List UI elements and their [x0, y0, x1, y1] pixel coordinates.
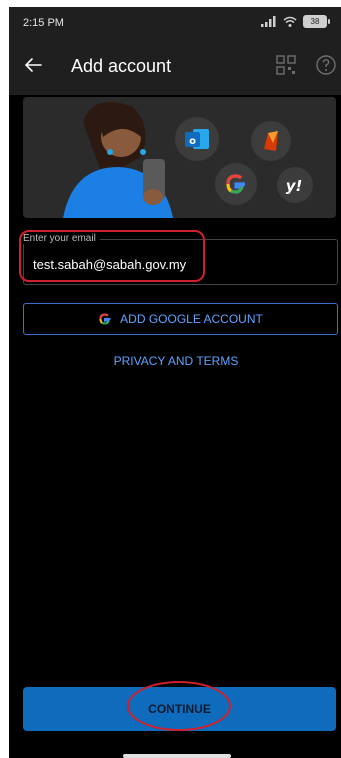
google-g-icon: [99, 313, 111, 325]
app-bar: Add account: [9, 39, 341, 95]
page-title: Add account: [71, 56, 172, 76]
svg-text:y!: y!: [286, 177, 303, 195]
add-google-account-button[interactable]: ADD GOOGLE ACCOUNT: [23, 303, 338, 335]
wifi-icon: [283, 16, 297, 27]
svg-text:o: o: [189, 136, 196, 147]
hero-illustration: o y!: [23, 97, 336, 218]
qr-code-icon[interactable]: [275, 54, 297, 76]
status-bar: 2:15 PM 38: [9, 7, 341, 39]
signal-icon: [261, 16, 276, 27]
annotation-highlight-ellipse: [127, 681, 231, 731]
privacy-and-terms-link[interactable]: PRIVACY AND TERMS: [9, 354, 341, 368]
battery-icon: 38: [303, 15, 330, 28]
home-indicator[interactable]: [123, 754, 231, 758]
phone-screen: 2:15 PM 38 Add account o y! Enter your e…: [9, 7, 341, 758]
office-icon: [251, 121, 291, 161]
back-arrow-icon[interactable]: [21, 53, 45, 77]
annotation-highlight-box: [19, 230, 205, 282]
help-icon[interactable]: [315, 54, 337, 76]
outlook-icon: o: [175, 117, 219, 161]
status-icons: 38: [261, 15, 330, 28]
yahoo-icon: y!: [277, 167, 313, 203]
google-button-label: ADD GOOGLE ACCOUNT: [120, 312, 263, 326]
status-time: 2:15 PM: [23, 17, 64, 29]
google-icon: [215, 163, 257, 205]
